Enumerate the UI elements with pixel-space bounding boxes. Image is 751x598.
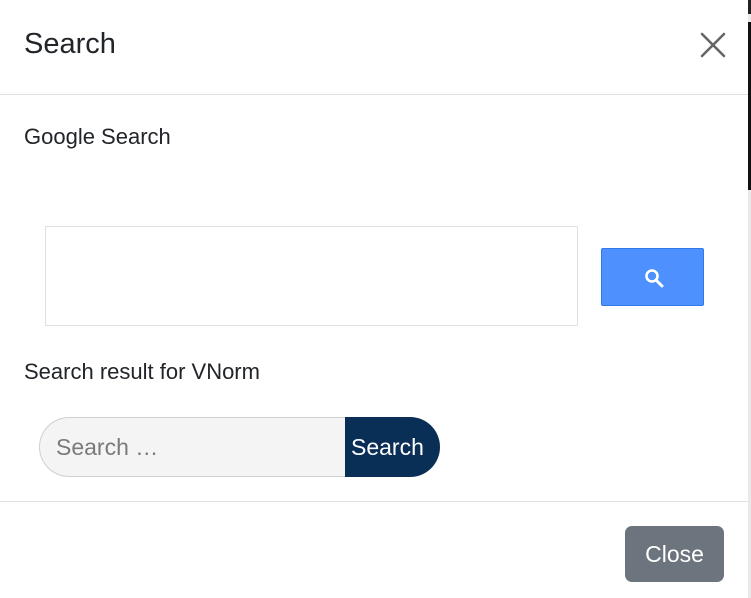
close-button[interactable]: Close — [625, 526, 724, 582]
search-icon — [645, 269, 664, 288]
modal-title: Search — [24, 28, 116, 60]
close-icon[interactable] — [696, 28, 730, 62]
google-search-label: Google Search — [24, 124, 171, 149]
page: Search Google Search Search result for V… — [0, 0, 751, 598]
modal-footer: Close — [0, 501, 748, 598]
google-search-button[interactable] — [601, 248, 704, 306]
modal-body: Google Search Search result for VNorm Se… — [0, 95, 748, 501]
modal-header: Search — [0, 0, 748, 95]
site-search-form: Search — [39, 417, 440, 477]
site-search-label: Search result for VNorm — [24, 359, 260, 384]
site-search-input[interactable] — [39, 417, 347, 477]
close-icon-glyph — [700, 32, 726, 58]
google-search-input[interactable] — [45, 226, 578, 326]
search-modal: Search Google Search Search result for V… — [0, 0, 748, 598]
site-search-button[interactable]: Search — [345, 417, 440, 477]
